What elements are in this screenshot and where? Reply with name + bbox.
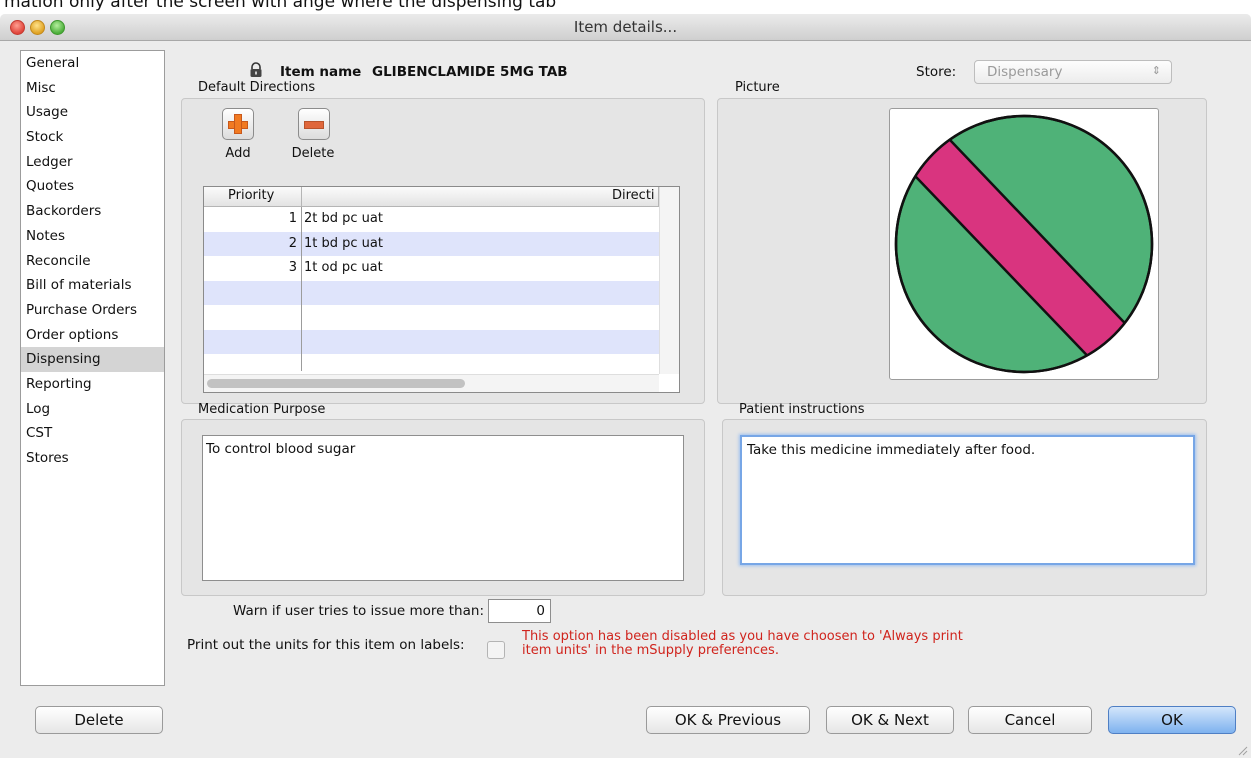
sidebar-item-reporting[interactable]: Reporting [21, 372, 164, 397]
table-row[interactable]: 1 2t bd pc uat [204, 207, 659, 232]
priority-cell: 2 [288, 235, 297, 251]
sidebar-item-notes[interactable]: Notes [21, 224, 164, 249]
sidebar-item-purchase-orders[interactable]: Purchase Orders [21, 298, 164, 323]
sidebar-item-stock[interactable]: Stock [21, 125, 164, 150]
print-units-note-line2: item units' in the mSupply preferences. [522, 643, 779, 658]
column-divider [301, 207, 302, 371]
print-units-label: Print out the units for this item on lab… [187, 637, 465, 653]
table-row[interactable] [204, 329, 659, 354]
picture-label: Picture [735, 80, 780, 95]
lock-icon [248, 62, 264, 78]
table-row[interactable] [204, 305, 659, 330]
sidebar-item-bill-of-materials[interactable]: Bill of materials [21, 273, 164, 298]
sidebar-item-misc[interactable]: Misc [21, 76, 164, 101]
ok-previous-button[interactable]: OK & Previous [646, 706, 810, 734]
directions-table[interactable]: Priority Directi 1 2t bd pc uat 2 1t bd … [203, 186, 680, 393]
store-select[interactable]: Dispensary ⇕ [974, 60, 1172, 84]
horizontal-scrollbar[interactable] [204, 374, 659, 392]
medication-purpose-value: To control blood sugar [206, 441, 356, 457]
direction-cell: 1t od pc uat [304, 260, 383, 275]
vertical-scrollbar[interactable] [659, 187, 679, 374]
resize-grip-icon[interactable] [1236, 744, 1248, 756]
default-directions-label: Default Directions [198, 80, 316, 95]
medication-purpose-field[interactable]: To control blood sugar [202, 435, 684, 581]
direction-cell: 2t bd pc uat [304, 211, 383, 226]
ok-button[interactable]: OK [1108, 706, 1236, 734]
direction-cell: 1t bd pc uat [304, 235, 383, 251]
patient-instructions-value: Take this medicine immediately after foo… [747, 442, 1036, 458]
warn-quantity-field[interactable]: 0 [488, 599, 551, 623]
add-label: Add [225, 146, 251, 161]
plus-icon-vertical [234, 114, 242, 134]
print-units-checkbox[interactable] [487, 641, 505, 659]
delete-direction-button[interactable] [298, 108, 330, 140]
delete-item-button[interactable]: Delete [35, 706, 163, 734]
priority-column-header[interactable]: Priority [228, 188, 274, 203]
picture-frame[interactable] [889, 108, 1159, 380]
sidebar-item-order-options[interactable]: Order options [21, 323, 164, 348]
direction-column-header[interactable]: Directi [612, 188, 655, 203]
store-label: Store: [916, 64, 957, 80]
item-name-label: Item name [280, 64, 362, 80]
sidebar-item-backorders[interactable]: Backorders [21, 199, 164, 224]
sidebar-item-cst[interactable]: CST [21, 421, 164, 446]
title-bar: Item details... [0, 14, 1251, 41]
sidebar-item-log[interactable]: Log [21, 397, 164, 422]
sidebar-item-usage[interactable]: Usage [21, 100, 164, 125]
column-divider [301, 187, 302, 206]
table-header: Priority Directi [204, 187, 659, 207]
warn-label: Warn if user tries to issue more than: [233, 603, 484, 619]
sidebar-item-ledger[interactable]: Ledger [21, 150, 164, 175]
table-row[interactable]: 2 1t bd pc uat [204, 231, 659, 256]
add-direction-button[interactable] [222, 108, 254, 140]
sidebar: General Misc Usage Stock Ledger Quotes B… [20, 50, 165, 686]
window-title: Item details... [573, 18, 678, 36]
store-select-value: Dispensary [987, 64, 1063, 80]
print-units-note-line1: This option has been disabled as you hav… [522, 629, 963, 644]
sidebar-item-stores[interactable]: Stores [21, 446, 164, 471]
sidebar-item-dispensing[interactable]: Dispensing [21, 347, 164, 372]
table-row[interactable] [204, 280, 659, 305]
ok-next-button[interactable]: OK & Next [826, 706, 954, 734]
item-name-value: GLIBENCLAMIDE 5MG TAB [372, 64, 568, 80]
medication-purpose-label: Medication Purpose [198, 402, 326, 417]
horizontal-scroll-thumb[interactable] [207, 379, 465, 388]
delete-label: Delete [291, 146, 335, 161]
updown-icon: ⇕ [1151, 64, 1161, 77]
tablet-picture-icon [894, 114, 1154, 374]
table-row[interactable]: 3 1t od pc uat [204, 256, 659, 281]
minus-icon [304, 121, 324, 129]
priority-cell: 3 [288, 260, 297, 275]
cancel-button[interactable]: Cancel [968, 706, 1092, 734]
sidebar-item-reconcile[interactable]: Reconcile [21, 249, 164, 274]
caption-label: mation only after the screen with ange w… [4, 0, 557, 12]
item-details-window: Item details... General Misc Usage Stock… [0, 14, 1251, 758]
patient-instructions-label: Patient instructions [739, 402, 865, 417]
sidebar-item-quotes[interactable]: Quotes [21, 174, 164, 199]
patient-instructions-field[interactable]: Take this medicine immediately after foo… [740, 435, 1195, 565]
warn-quantity-value: 0 [536, 603, 545, 619]
sidebar-item-general[interactable]: General [21, 51, 164, 76]
priority-cell: 1 [288, 211, 297, 226]
